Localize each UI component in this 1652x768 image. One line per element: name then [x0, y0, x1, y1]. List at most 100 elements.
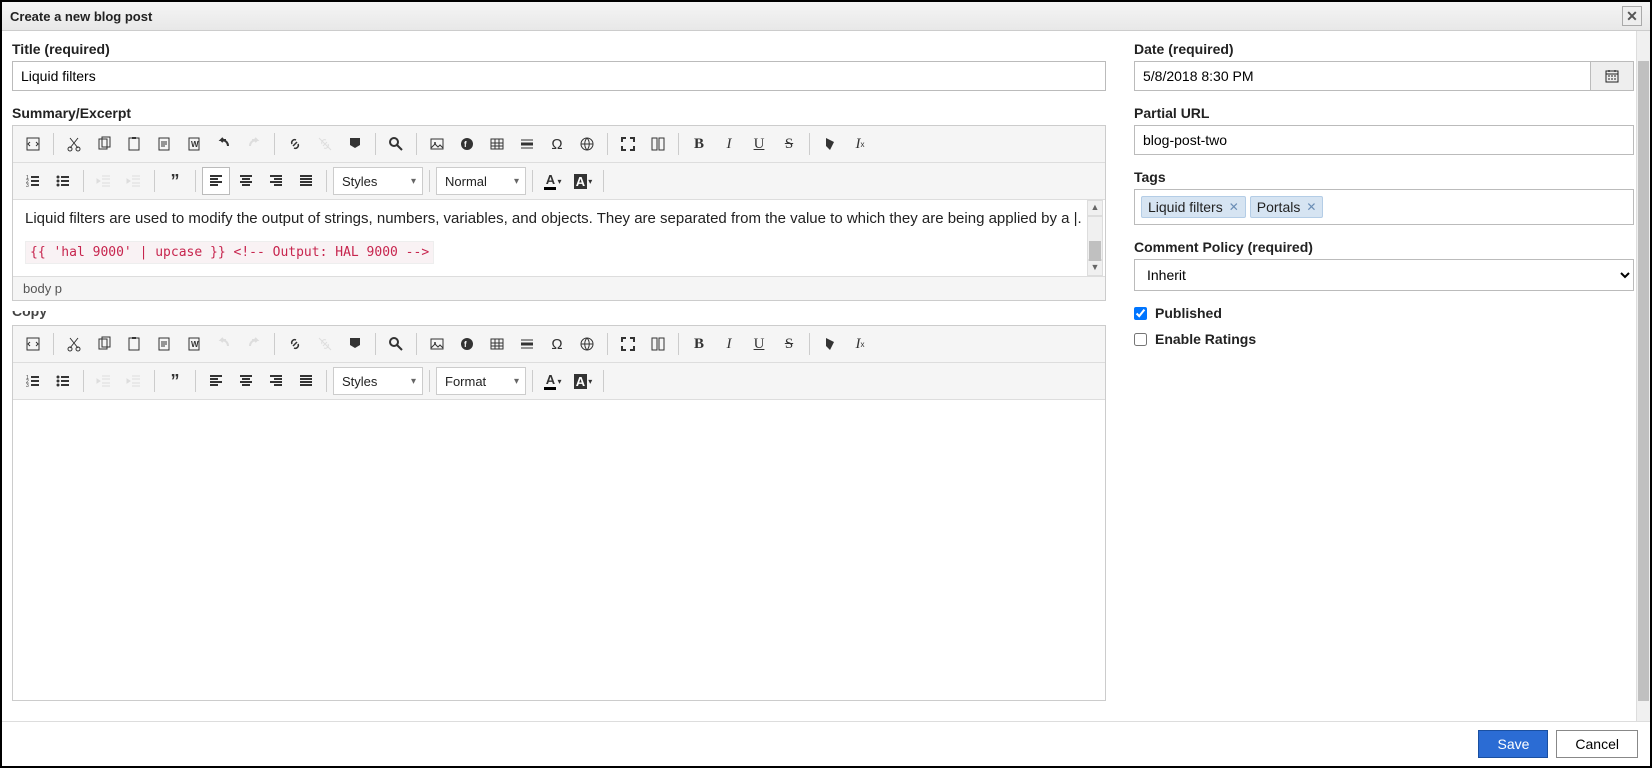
- paste-word-icon[interactable]: W: [180, 130, 208, 158]
- copy-icon[interactable]: [90, 130, 118, 158]
- bold-icon[interactable]: B: [685, 330, 713, 358]
- paste-text-icon[interactable]: [150, 330, 178, 358]
- outdent-icon[interactable]: [90, 167, 118, 195]
- bulletlist-icon[interactable]: [49, 167, 77, 195]
- comment-select[interactable]: Inherit: [1134, 259, 1634, 291]
- unlink-icon[interactable]: [311, 330, 339, 358]
- redo-icon[interactable]: [240, 130, 268, 158]
- alignright-icon[interactable]: [262, 167, 290, 195]
- source-icon[interactable]: [19, 130, 47, 158]
- strike-icon[interactable]: S: [775, 130, 803, 158]
- showblocks-icon[interactable]: [644, 330, 672, 358]
- url-input[interactable]: [1134, 125, 1634, 155]
- specialchar-icon[interactable]: Ω: [543, 130, 571, 158]
- alignjustify-icon[interactable]: [292, 367, 320, 395]
- blockquote-icon[interactable]: ”: [161, 367, 189, 395]
- cut-icon[interactable]: [60, 330, 88, 358]
- tags-input[interactable]: Liquid filters ✕ Portals ✕: [1134, 189, 1634, 225]
- table-icon[interactable]: [483, 330, 511, 358]
- scroll-down-icon[interactable]: ▼: [1087, 260, 1103, 276]
- aligncenter-icon[interactable]: [232, 367, 260, 395]
- outdent-icon[interactable]: [90, 367, 118, 395]
- format-select[interactable]: Normal: [436, 167, 526, 195]
- italic-icon[interactable]: I: [715, 330, 743, 358]
- scroll-up-icon[interactable]: ▲: [1087, 200, 1103, 216]
- removeformat-icon[interactable]: Ix: [846, 130, 874, 158]
- alignright-icon[interactable]: [262, 367, 290, 395]
- find-icon[interactable]: [382, 330, 410, 358]
- alignleft-icon[interactable]: [202, 167, 230, 195]
- copyformat-icon[interactable]: [816, 330, 844, 358]
- maximize-icon[interactable]: [614, 330, 642, 358]
- copy-icon[interactable]: [90, 330, 118, 358]
- url-label: Partial URL: [1134, 105, 1634, 121]
- paste-word-icon[interactable]: W: [180, 330, 208, 358]
- link-icon[interactable]: [281, 130, 309, 158]
- italic-icon[interactable]: I: [715, 130, 743, 158]
- svg-text:f: f: [464, 140, 467, 149]
- iframe-icon[interactable]: [573, 330, 601, 358]
- undo-icon[interactable]: [210, 130, 238, 158]
- numberedlist-icon[interactable]: 123: [19, 367, 47, 395]
- scrollbar-thumb[interactable]: [1638, 61, 1649, 701]
- hr-icon[interactable]: [513, 330, 541, 358]
- save-button[interactable]: Save: [1478, 730, 1548, 758]
- calendar-button[interactable]: [1590, 61, 1634, 91]
- blockquote-icon[interactable]: ”: [161, 167, 189, 195]
- indent-icon[interactable]: [120, 167, 148, 195]
- copy-content[interactable]: [13, 400, 1105, 700]
- source-icon[interactable]: [19, 330, 47, 358]
- page-scrollbar[interactable]: [1636, 31, 1650, 721]
- maximize-icon[interactable]: [614, 130, 642, 158]
- textcolor-icon[interactable]: A▾: [539, 367, 567, 395]
- undo-icon[interactable]: [210, 330, 238, 358]
- underline-icon[interactable]: U: [745, 330, 773, 358]
- bgcolor-icon[interactable]: A▾: [569, 367, 597, 395]
- anchor-icon[interactable]: [341, 330, 369, 358]
- cancel-button[interactable]: Cancel: [1556, 730, 1638, 758]
- summary-scrollbar[interactable]: ▲ ▼: [1087, 200, 1103, 276]
- bold-icon[interactable]: B: [685, 130, 713, 158]
- styles-select[interactable]: Styles: [333, 367, 423, 395]
- flash-icon[interactable]: f: [453, 330, 481, 358]
- table-icon[interactable]: [483, 130, 511, 158]
- find-icon[interactable]: [382, 130, 410, 158]
- paste-text-icon[interactable]: [150, 130, 178, 158]
- iframe-icon[interactable]: [573, 130, 601, 158]
- bulletlist-icon[interactable]: [49, 367, 77, 395]
- strike-icon[interactable]: S: [775, 330, 803, 358]
- aligncenter-icon[interactable]: [232, 167, 260, 195]
- title-input[interactable]: [12, 61, 1106, 91]
- image-icon[interactable]: [423, 130, 451, 158]
- bgcolor-icon[interactable]: A▾: [569, 167, 597, 195]
- textcolor-icon[interactable]: A▾: [539, 167, 567, 195]
- redo-icon[interactable]: [240, 330, 268, 358]
- date-input[interactable]: [1134, 61, 1590, 91]
- specialchar-icon[interactable]: Ω: [543, 330, 571, 358]
- indent-icon[interactable]: [120, 367, 148, 395]
- tag-remove-icon[interactable]: ✕: [1229, 200, 1239, 214]
- ratings-checkbox[interactable]: [1134, 333, 1147, 346]
- alignleft-icon[interactable]: [202, 367, 230, 395]
- flash-icon[interactable]: f: [453, 130, 481, 158]
- image-icon[interactable]: [423, 330, 451, 358]
- copyformat-icon[interactable]: [816, 130, 844, 158]
- alignjustify-icon[interactable]: [292, 167, 320, 195]
- underline-icon[interactable]: U: [745, 130, 773, 158]
- removeformat-icon[interactable]: Ix: [846, 330, 874, 358]
- summary-content[interactable]: Liquid filters are used to modify the ou…: [13, 200, 1105, 276]
- close-button[interactable]: ✕: [1622, 6, 1642, 26]
- paste-icon[interactable]: [120, 330, 148, 358]
- showblocks-icon[interactable]: [644, 130, 672, 158]
- anchor-icon[interactable]: [341, 130, 369, 158]
- unlink-icon[interactable]: [311, 130, 339, 158]
- paste-icon[interactable]: [120, 130, 148, 158]
- tag-remove-icon[interactable]: ✕: [1306, 200, 1316, 214]
- format-select[interactable]: Format: [436, 367, 526, 395]
- cut-icon[interactable]: [60, 130, 88, 158]
- styles-select[interactable]: Styles: [333, 167, 423, 195]
- link-icon[interactable]: [281, 330, 309, 358]
- published-checkbox[interactable]: [1134, 307, 1147, 320]
- numberedlist-icon[interactable]: 123: [19, 167, 47, 195]
- hr-icon[interactable]: [513, 130, 541, 158]
